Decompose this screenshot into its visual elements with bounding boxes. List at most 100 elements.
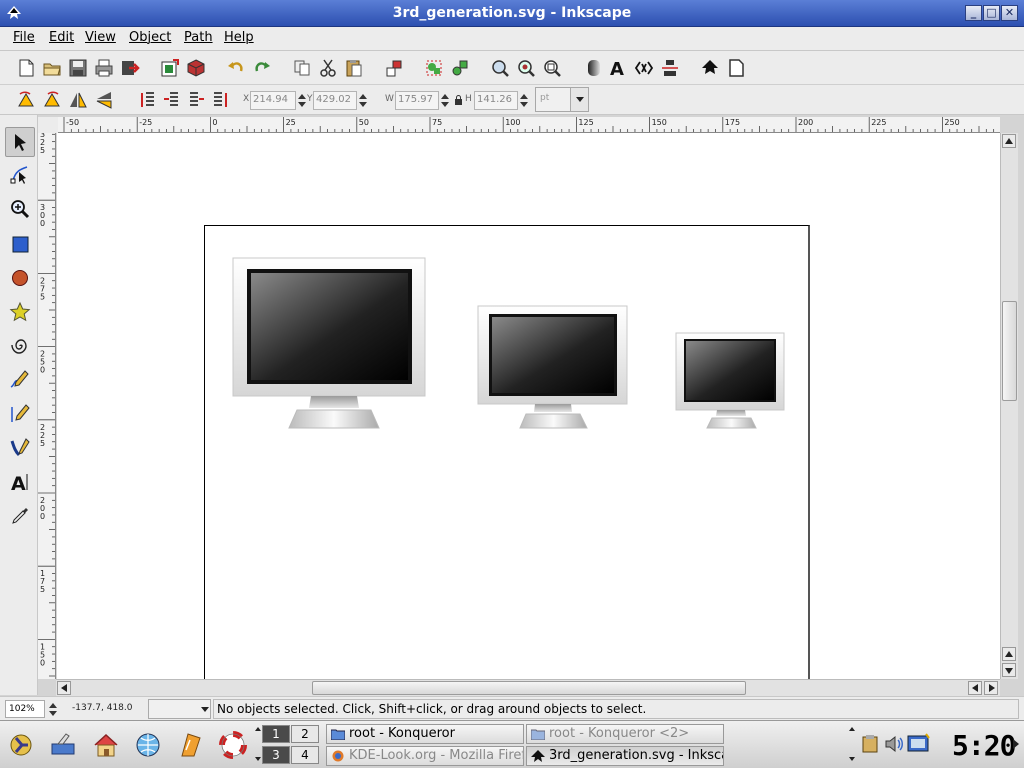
align-icon[interactable] [658,56,682,80]
monitor-medium[interactable] [477,305,628,429]
horizontal-scrollbar[interactable] [56,679,1000,696]
pen-tool-icon[interactable] [5,399,35,429]
w-stepper[interactable] [440,91,450,110]
h-stepper[interactable] [519,91,529,110]
calligraphy-tool-icon[interactable] [5,433,35,463]
rotate-90-ccw-icon[interactable] [14,88,38,112]
xml-editor-icon[interactable] [632,56,656,80]
volume-icon[interactable] [884,735,904,753]
kmail-icon[interactable] [174,728,208,762]
duplicate-icon[interactable] [382,56,406,80]
task-konqueror-2[interactable]: root - Konqueror <2> [526,724,724,744]
desktop-3[interactable]: 3 [262,746,290,764]
x-stepper[interactable] [297,91,307,110]
dropper-tool-icon[interactable] [5,501,35,531]
h-field[interactable]: 141.26 [474,91,518,110]
print-icon[interactable] [92,56,116,80]
new-doc-icon[interactable] [14,56,38,80]
maximize-button[interactable]: □ [983,5,1000,21]
network-icon[interactable] [906,733,930,755]
y-field[interactable]: 429.02 [313,91,357,110]
pencil-tool-icon[interactable] [5,365,35,395]
zoom-stepper[interactable] [48,700,58,719]
w-field[interactable]: 175.97 [395,91,439,110]
paste-icon[interactable] [342,56,366,80]
zoom-tool-icon[interactable] [5,194,35,224]
node-tool-icon[interactable] [5,159,35,189]
tray-handle[interactable] [848,727,856,763]
desktop-1[interactable]: 1 [262,725,290,743]
import-icon[interactable] [118,56,142,80]
zoom-selection-icon[interactable] [488,56,512,80]
export-icon[interactable] [158,56,182,80]
document-props-icon[interactable] [724,56,748,80]
zoom-page-icon[interactable] [540,56,564,80]
fill-stroke-icon[interactable] [582,56,606,80]
task-inkscape[interactable]: 3rd_generation.svg - Inkscape [526,746,724,766]
task-firefox[interactable]: KDE-Look.org - Mozilla Firefox [326,746,524,766]
lock-icon[interactable] [454,95,463,105]
home-icon[interactable] [89,728,123,762]
group-icon[interactable] [422,56,446,80]
task-konqueror-1[interactable]: root - Konqueror [326,724,524,744]
copy-icon[interactable] [290,56,314,80]
klipper-icon[interactable] [862,735,878,753]
kde-menu-icon[interactable] [4,728,38,762]
inkscape-prefs-icon[interactable] [698,56,722,80]
rect-tool-icon[interactable] [5,229,35,259]
scroll-left-icon-right[interactable] [968,681,982,695]
desktop-icon[interactable] [46,728,80,762]
spiral-tool-icon[interactable] [5,331,35,361]
star-tool-icon[interactable] [5,297,35,327]
y-stepper[interactable] [358,91,368,110]
scroll-up-icon[interactable] [1002,134,1016,148]
unit-select[interactable]: pt [535,87,589,112]
monitor-large[interactable] [232,257,426,429]
flip-horizontal-icon[interactable] [66,88,90,112]
minimize-button[interactable]: _ [965,5,982,21]
rotate-90-cw-icon[interactable] [40,88,64,112]
selector-tool-icon[interactable] [5,127,35,157]
vertical-scroll-thumb[interactable] [1002,301,1017,401]
menu-path[interactable]: Path [184,30,213,45]
pager-handle[interactable] [254,727,262,763]
lower-to-bottom-icon[interactable] [208,88,232,112]
scroll-up-icon-lower[interactable] [1002,647,1016,661]
menu-file[interactable]: File [13,30,35,45]
horizontal-ruler[interactable]: -50 -25 0 25 50 75 100 125 150 175 200 225 250 [58,117,1000,133]
vertical-ruler[interactable]: 325300275250225200175150 [38,133,56,679]
save-icon[interactable] [66,56,90,80]
menu-edit[interactable]: Edit [49,30,74,45]
horizontal-scroll-thumb[interactable] [312,681,746,695]
desktop-4[interactable]: 4 [291,746,319,764]
ungroup-icon[interactable] [448,56,472,80]
flip-vertical-icon[interactable] [92,88,116,112]
menu-help[interactable]: Help [224,30,254,45]
desktop-2[interactable]: 2 [291,725,319,743]
x-field[interactable]: 214.94 [250,91,296,110]
cut-icon[interactable] [316,56,340,80]
raise-to-top-icon[interactable] [136,88,160,112]
vertical-scrollbar[interactable] [1000,133,1018,679]
scroll-right-icon[interactable] [984,681,998,695]
monitor-small[interactable] [675,332,785,429]
konqueror-icon[interactable] [131,728,165,762]
help-lifebuoy-icon[interactable] [216,728,250,762]
import-3d-icon[interactable] [184,56,208,80]
scroll-left-icon[interactable] [57,681,71,695]
raise-icon[interactable] [160,88,184,112]
open-icon[interactable] [40,56,64,80]
text-tool-icon[interactable]: A [5,467,35,497]
menu-view[interactable]: View [85,30,116,45]
scroll-down-icon[interactable] [1002,663,1016,677]
close-button[interactable]: ✕ [1001,5,1018,21]
ellipse-tool-icon[interactable] [5,263,35,293]
text-icon[interactable]: A [606,56,630,80]
zoom-drawing-icon[interactable] [514,56,538,80]
zoom-field[interactable]: 102% [5,700,45,718]
redo-icon[interactable] [250,56,274,80]
undo-icon[interactable] [224,56,248,80]
layer-select[interactable] [148,699,211,719]
lower-icon[interactable] [184,88,208,112]
menu-object[interactable]: Object [129,30,171,45]
